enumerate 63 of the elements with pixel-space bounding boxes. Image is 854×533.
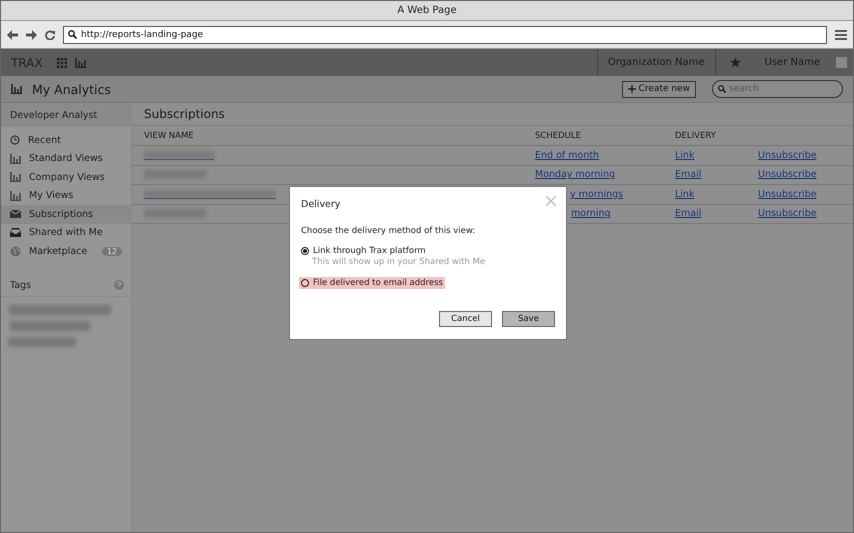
- inbox-icon: [10, 228, 21, 238]
- dialog-title: Delivery: [301, 199, 340, 210]
- sidebar-item[interactable]: Standard Views: [1, 150, 131, 168]
- radio-option[interactable]: File delivered to email address: [299, 277, 445, 289]
- delivery-link[interactable]: Link: [675, 188, 694, 200]
- sidebar-item[interactable]: Subscriptions: [1, 205, 131, 224]
- unsubscribe-link[interactable]: Unsubscribe: [758, 150, 817, 161]
- bar-chart-icon: [10, 190, 21, 201]
- bar-chart-icon: [10, 172, 21, 182]
- create-new-button[interactable]: Create new: [622, 80, 696, 98]
- radio-button[interactable]: [301, 247, 309, 255]
- section-title: Subscriptions: [132, 103, 853, 126]
- radio-option[interactable]: Link through Trax platform: [299, 245, 428, 257]
- window-title: A Web Page: [397, 5, 457, 16]
- bar-chart-icon: [10, 154, 21, 164]
- envelope-icon: [10, 210, 21, 218]
- delivery-link[interactable]: Email: [675, 208, 702, 220]
- star-icon[interactable]: [730, 57, 741, 68]
- organization-name[interactable]: Organization Name: [608, 57, 705, 68]
- radio-button[interactable]: [301, 279, 309, 287]
- column-header: DELIVERY: [675, 130, 717, 140]
- globe-icon: [10, 246, 21, 257]
- dialog-prompt: Choose the delivery method of this view:: [301, 226, 476, 236]
- sidebar-item[interactable]: My Views: [1, 186, 131, 205]
- page-title: My Analytics: [32, 82, 112, 96]
- schedule-link[interactable]: Monday morning: [535, 169, 616, 180]
- grid-icon[interactable]: [56, 58, 67, 68]
- blurred-view-name[interactable]: [144, 150, 214, 160]
- save-button[interactable]: Save: [502, 311, 555, 327]
- blurred-tag-placeholder: [8, 336, 76, 346]
- bar-chart-icon: [74, 58, 86, 68]
- user-name[interactable]: User Name: [764, 57, 820, 68]
- count-badge: 12: [102, 246, 122, 256]
- schedule-link[interactable]: End of month: [535, 150, 600, 161]
- clock-icon: [10, 135, 20, 146]
- brand-logo[interactable]: TRAX: [11, 56, 43, 70]
- column-header: VIEW NAME: [144, 130, 195, 140]
- close-icon[interactable]: [546, 196, 556, 206]
- reload-icon[interactable]: [45, 30, 55, 40]
- sidebar-item[interactable]: Company Views: [1, 168, 131, 186]
- sidebar-header: Developer Analyst: [1, 103, 131, 127]
- back-arrow-icon[interactable]: [7, 30, 18, 40]
- search-icon: [718, 85, 726, 93]
- sidebar-item[interactable]: Recent: [1, 131, 131, 150]
- plus-icon: [628, 85, 636, 93]
- sidebar-item[interactable]: Shared with Me: [1, 224, 131, 242]
- bar-chart-icon: [11, 84, 22, 94]
- column-header: SCHEDULE: [535, 130, 582, 140]
- menu-icon[interactable]: [835, 30, 847, 40]
- delivery-link[interactable]: Link: [675, 150, 694, 161]
- tags-heading: Tags: [10, 280, 32, 290]
- address-field[interactable]: http://reports-landing-page: [63, 26, 827, 44]
- forward-arrow-icon[interactable]: [26, 30, 37, 40]
- sidebar-item[interactable]: Marketplace 12: [1, 242, 131, 260]
- unsubscribe-link[interactable]: Unsubscribe: [758, 188, 817, 200]
- cancel-button[interactable]: Cancel: [439, 311, 492, 327]
- search-icon: [68, 30, 77, 39]
- unsubscribe-link[interactable]: Unsubscribe: [758, 208, 817, 220]
- option-hint: This will show up in your Shared with Me: [311, 257, 486, 267]
- blurred-view-name[interactable]: [144, 190, 276, 199]
- delivery-link[interactable]: Email: [675, 169, 702, 180]
- unsubscribe-link[interactable]: Unsubscribe: [758, 169, 817, 180]
- help-icon[interactable]: [114, 280, 124, 290]
